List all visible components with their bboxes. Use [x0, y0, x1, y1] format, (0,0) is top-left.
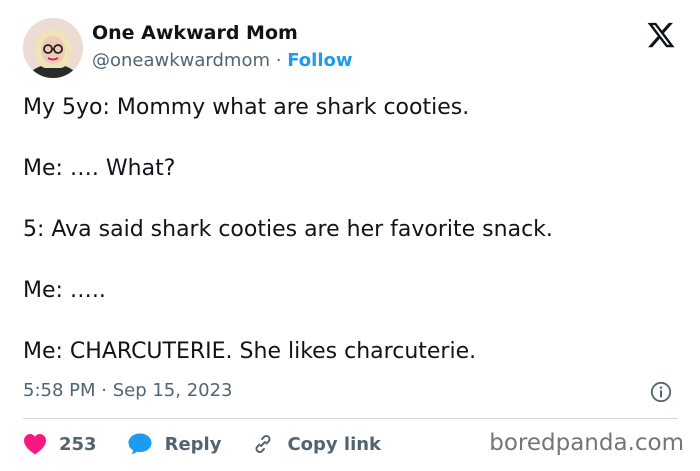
like-count: 253	[59, 433, 97, 455]
tweet-line: Me: …. What?	[23, 156, 176, 181]
tweet-line: My 5yo: Mommy what are shark cooties.	[23, 95, 470, 120]
author-handle[interactable]: @oneawkwardmom	[92, 50, 270, 71]
watermark: boredpanda.com	[489, 430, 684, 456]
follow-button[interactable]: Follow	[287, 50, 352, 71]
heart-icon	[24, 434, 46, 455]
reply-button[interactable]: Reply	[127, 432, 222, 456]
x-logo-icon[interactable]	[645, 20, 677, 50]
like-button[interactable]: 253	[23, 433, 97, 455]
action-bar: 253 Reply Copy link	[23, 430, 411, 458]
avatar[interactable]	[23, 18, 83, 78]
tweet-line: Me: CHARCUTERIE. She likes charcuterie.	[23, 339, 477, 364]
divider	[23, 418, 678, 419]
tweet-timestamp[interactable]: 5:58 PM · Sep 15, 2023	[23, 380, 233, 401]
reply-label: Reply	[164, 433, 222, 455]
avatar-image	[23, 18, 83, 78]
copy-link-label: Copy link	[287, 433, 382, 455]
copy-link-button[interactable]: Copy link	[251, 432, 381, 456]
info-icon[interactable]	[650, 381, 672, 403]
author-name[interactable]: One Awkward Mom	[92, 22, 298, 44]
tweet-line: 5: Ava said shark cooties are her favori…	[23, 217, 553, 242]
author-line: @oneawkwardmom · Follow	[92, 50, 353, 71]
tweet-card: One Awkward Mom @oneawkwardmom · Follow …	[0, 0, 700, 471]
handle-separator: ·	[275, 50, 282, 71]
link-icon	[255, 435, 271, 453]
tweet-text: My 5yo: Mommy what are shark cooties. Me…	[23, 93, 678, 398]
speech-bubble-icon	[128, 433, 152, 455]
tweet-line: Me: …..	[23, 278, 106, 303]
